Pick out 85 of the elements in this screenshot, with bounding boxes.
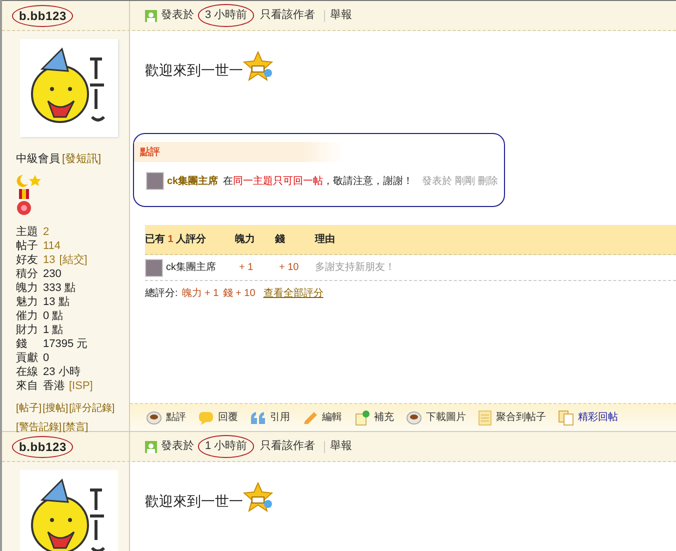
- stat-label: 催力: [16, 309, 39, 324]
- stat-label: 貢獻: [16, 351, 39, 366]
- stat-link[interactable]: [結交]: [59, 252, 88, 269]
- post-time: 3 小時前: [198, 4, 254, 27]
- user-icon: [145, 10, 157, 22]
- commenter-name[interactable]: ck集團主席: [167, 174, 218, 188]
- documents-icon: [558, 410, 574, 426]
- stat-label: 主題: [16, 224, 39, 240]
- header-link[interactable]: 舉報: [330, 7, 352, 24]
- posted-label: 發表於: [161, 8, 194, 24]
- speech-bubble-icon: [198, 410, 214, 424]
- stat-label: 好友: [16, 253, 39, 268]
- action-button[interactable]: 補充: [354, 410, 394, 426]
- stat-value: 0 點: [43, 309, 64, 324]
- grinning-star-emoticon-icon: [243, 482, 273, 512]
- note-plus-icon: [354, 410, 370, 426]
- pencil-icon: [302, 410, 318, 424]
- stat-value[interactable]: 13: [43, 252, 56, 269]
- stat-label: 錢: [16, 337, 28, 352]
- stat-value: 13 點: [43, 295, 70, 310]
- action-button[interactable]: 點評: [146, 410, 186, 425]
- total-label: 總評分:: [145, 286, 178, 300]
- posted-label: 發表於: [161, 439, 194, 454]
- stat-value: 香港: [43, 378, 65, 394]
- stat-label: 帖子: [16, 239, 39, 254]
- medal-icon: [16, 188, 32, 216]
- total-value: 魄力 + 1: [182, 286, 219, 300]
- user-photo-placeholder: [146, 172, 164, 190]
- stat-link[interactable]: [ISP]: [69, 378, 93, 395]
- total-value: 錢 + 10: [222, 286, 256, 300]
- cup-icon: [146, 410, 162, 424]
- rating-value: + 1: [238, 261, 254, 275]
- rating-value: + 10: [278, 261, 300, 275]
- profile-link[interactable]: [評分記錄]: [69, 400, 115, 416]
- cup-icon: [406, 410, 422, 424]
- comment-time: 發表於 剛剛: [422, 174, 475, 188]
- stat-value: 333 點: [43, 281, 76, 296]
- column-header: 錢: [275, 233, 286, 247]
- header-link[interactable]: 只看該作者: [260, 438, 316, 455]
- stat-value: 17395 元: [43, 337, 88, 352]
- stat-label: 在線: [16, 365, 39, 380]
- grinning-star-emoticon-icon: [243, 51, 273, 81]
- document-icon: [478, 410, 492, 426]
- profile-link[interactable]: [搜帖]: [42, 400, 68, 416]
- rater-name[interactable]: ck集團主席: [166, 260, 216, 275]
- post-time: 1 小時前: [198, 435, 254, 458]
- post-body: 歡迎來到一世一: [145, 61, 243, 80]
- quote-icon: [250, 410, 266, 424]
- column-header: 理由: [315, 232, 335, 247]
- ratings-count-label: 已有 1 人評分: [145, 232, 208, 247]
- user-photo-placeholder: [145, 258, 163, 276]
- stat-value: 23 小時: [43, 365, 80, 380]
- stat-label: 財力: [16, 323, 39, 338]
- rating-reason: 多謝支持新朋友！: [315, 260, 395, 275]
- profile-link[interactable]: [警告記錄]: [16, 420, 62, 434]
- send-message-link[interactable]: [發短訊]: [62, 151, 102, 168]
- header-link[interactable]: 只看該作者: [260, 7, 316, 24]
- action-button[interactable]: 聚合到帖子: [478, 410, 546, 426]
- action-button[interactable]: 回覆: [198, 410, 238, 425]
- profile-link[interactable]: [禁言]: [62, 420, 88, 434]
- column-header: 魄力: [235, 232, 256, 247]
- action-button[interactable]: 精彩回帖: [558, 410, 618, 426]
- action-button[interactable]: 下載圖片: [406, 410, 466, 425]
- action-button[interactable]: 引用: [250, 410, 290, 425]
- username[interactable]: b.bb123: [12, 436, 74, 458]
- header-link[interactable]: 舉報: [330, 438, 352, 455]
- stat-label: 來自: [16, 379, 39, 394]
- stat-label: 積分: [16, 267, 39, 282]
- comment-title: 點評: [140, 146, 160, 160]
- post-body: 歡迎來到一世一: [145, 492, 243, 511]
- member-rank: 中級會員: [16, 152, 60, 167]
- view-all-ratings-link[interactable]: 查看全部評分: [263, 286, 324, 300]
- stat-value[interactable]: 114: [43, 238, 61, 255]
- stat-value: 1 點: [43, 323, 64, 338]
- moon-star-icon: [16, 174, 42, 186]
- profile-link[interactable]: [帖子]: [16, 400, 42, 416]
- user-icon: [145, 440, 157, 452]
- stat-label: 魄力: [16, 281, 39, 296]
- action-button[interactable]: 編輯: [302, 410, 342, 425]
- stat-value[interactable]: 2: [43, 224, 50, 241]
- stat-label: 魅力: [16, 295, 39, 310]
- stat-value: 0: [43, 351, 50, 366]
- comment-text: 在同一主題只可回一帖，敬請注意，謝謝！: [223, 174, 414, 188]
- stat-value: 230: [43, 267, 62, 282]
- username[interactable]: b.bb123: [12, 4, 74, 26]
